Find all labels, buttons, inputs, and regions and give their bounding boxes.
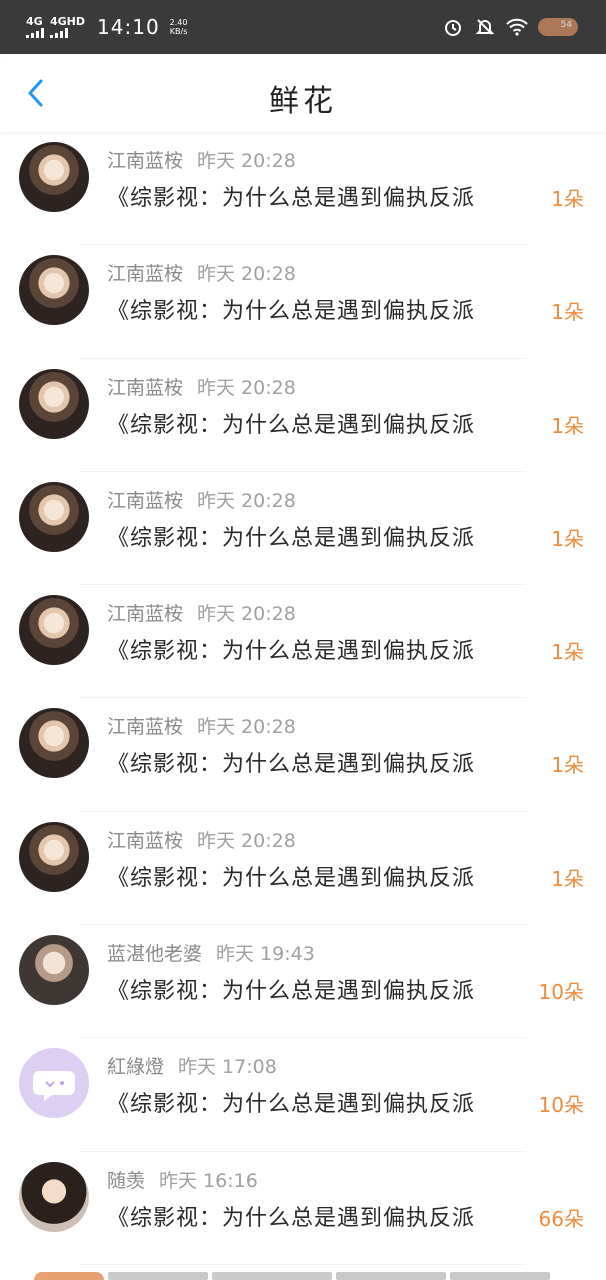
item-meta: 随羡 昨天 16:16 (107, 1166, 258, 1193)
network-indicator-2: 4GHD (50, 16, 85, 38)
alarm-icon (442, 16, 464, 38)
avatar[interactable] (19, 142, 89, 212)
divider (80, 1263, 526, 1265)
network-indicator-1: 4G (26, 16, 44, 38)
wifi-icon (506, 16, 528, 38)
item-meta: 江南蓝桉 昨天 20:28 (107, 373, 296, 400)
avatar[interactable] (19, 708, 89, 779)
timestamp: 昨天 20:28 (197, 376, 296, 399)
username: 江南蓝桉 (107, 263, 184, 286)
status-left: 4G 4GHD 14:10 2.40 KB/s (26, 12, 187, 42)
username: 江南蓝桉 (107, 150, 184, 172)
avatar[interactable] (19, 821, 89, 892)
flower-count: 1朵 (551, 187, 584, 211)
book-title: 《综影视：为什么总是遇到偏执反派 (107, 865, 476, 891)
avatar[interactable] (19, 255, 89, 326)
book-title: 《综影视：为什么总是遇到偏执反派 (107, 639, 476, 665)
timestamp: 昨天 19:43 (216, 943, 315, 966)
network-label: 4G (26, 15, 43, 28)
network-speed: 2.40 KB/s (170, 18, 188, 36)
flower-record-list: 江南蓝桉 昨天 20:28 《综影视：为什么总是遇到偏执反派 1朵 江南蓝桉 昨天 … (0, 132, 606, 1265)
item-meta: 蓝湛他老婆 昨天 19:43 (107, 939, 315, 966)
username: 江南蓝桉 (107, 489, 184, 512)
timestamp: 昨天 20:28 (197, 263, 296, 286)
list-item[interactable]: 江南蓝桉 昨天 20:28 《综影视：为什么总是遇到偏执反派 1朵 (0, 698, 606, 812)
avatar[interactable] (19, 595, 89, 666)
avatar[interactable] (19, 481, 89, 552)
avatar[interactable] (19, 935, 89, 1006)
flower-count: 1朵 (551, 640, 584, 665)
top-navigation-bar: 鲜花 (0, 54, 606, 132)
flower-count: 10朵 (538, 1093, 584, 1118)
avatar[interactable] (19, 368, 89, 439)
item-meta: 江南蓝桉 昨天 20:28 (107, 599, 296, 626)
next-row-peek (0, 1272, 606, 1280)
avatar[interactable] (19, 1048, 89, 1119)
battery-icon: 54 (538, 18, 578, 36)
network-label: 4GHD (50, 15, 86, 28)
speed-unit: KB/s (169, 27, 188, 36)
timestamp: 昨天 20:28 (197, 716, 296, 739)
list-item[interactable]: 蓝湛他老婆 昨天 19:43 《综影视：为什么总是遇到偏执反派 10朵 (0, 925, 606, 1039)
list-item[interactable]: 江南蓝桉 昨天 20:28 《综影视：为什么总是遇到偏执反派 1朵 (0, 472, 606, 586)
timestamp: 昨天 20:28 (197, 150, 296, 172)
item-meta: 江南蓝桉 昨天 20:28 (107, 826, 296, 853)
timestamp: 昨天 20:28 (197, 829, 296, 852)
flower-count: 1朵 (551, 413, 584, 438)
page-title: 鲜花 (269, 84, 337, 119)
item-meta: 江南蓝桉 昨天 20:28 (107, 486, 296, 513)
username: 江南蓝桉 (107, 716, 184, 739)
status-right: 54 (442, 14, 578, 40)
book-title: 《综影视：为什么总是遇到偏执反派 (107, 186, 476, 211)
list-item[interactable]: 江南蓝桉 昨天 20:28 《综影视：为什么总是遇到偏执反派 1朵 (0, 132, 606, 246)
status-bar: 4G 4GHD 14:10 2.40 KB/s 54 (0, 0, 606, 54)
item-meta: 江南蓝桉 昨天 20:28 (107, 259, 296, 286)
username: 蓝湛他老婆 (107, 943, 203, 966)
book-title: 《综影视：为什么总是遇到偏执反派 (107, 525, 476, 551)
book-title: 《综影视：为什么总是遇到偏执反派 (107, 1092, 476, 1118)
flower-count: 66朵 (538, 1206, 584, 1231)
list-item[interactable]: 江南蓝桉 昨天 20:28 《综影视：为什么总是遇到偏执反派 1朵 (0, 585, 606, 699)
flower-count: 1朵 (551, 753, 584, 778)
book-title: 《综影视：为什么总是遇到偏执反派 (107, 979, 476, 1005)
flower-count: 10朵 (538, 980, 584, 1005)
flower-count: 1朵 (551, 300, 584, 325)
timestamp: 昨天 17:08 (178, 1056, 277, 1079)
item-meta: 江南蓝桉 昨天 20:28 (107, 712, 296, 739)
timestamp: 昨天 20:28 (197, 489, 296, 512)
timestamp: 昨天 16:16 (159, 1169, 258, 1192)
username: 随羡 (107, 1169, 146, 1192)
item-meta: 江南蓝桉 昨天 20:28 (107, 146, 296, 173)
item-meta: 紅綠燈 昨天 17:08 (107, 1052, 277, 1079)
clock: 14:10 (97, 15, 160, 39)
list-item[interactable]: 江南蓝桉 昨天 20:28 《综影视：为什么总是遇到偏执反派 1朵 (0, 812, 606, 926)
list-item[interactable]: 江南蓝桉 昨天 20:28 《综影视：为什么总是遇到偏执反派 1朵 (0, 359, 606, 472)
list-item[interactable]: 江南蓝桉 昨天 20:28 《综影视：为什么总是遇到偏执反派 1朵 (0, 245, 606, 359)
battery-level: 54 (560, 20, 572, 30)
mute-bell-icon (474, 16, 496, 38)
avatar-peek (34, 1272, 104, 1280)
list-item[interactable]: 随羡 昨天 16:16 《综影视：为什么总是遇到偏执反派 66朵 (0, 1152, 606, 1265)
flower-count: 1朵 (551, 526, 584, 551)
book-title: 《综影视：为什么总是遇到偏执反派 (107, 752, 476, 778)
book-title: 《综影视：为什么总是遇到偏执反派 (107, 299, 476, 325)
book-title: 《综影视：为什么总是遇到偏执反派 (107, 412, 476, 438)
signal-bars-icon (26, 28, 44, 38)
username: 江南蓝桉 (107, 829, 184, 852)
flower-count: 1朵 (551, 866, 584, 891)
signal-bars-icon (50, 28, 68, 38)
timestamp: 昨天 20:28 (197, 603, 296, 626)
avatar[interactable] (19, 1161, 89, 1232)
chat-bubble-icon (33, 1071, 75, 1102)
list-item[interactable]: 紅綠燈 昨天 17:08 《综影视：为什么总是遇到偏执反派 10朵 (0, 1038, 606, 1152)
username: 江南蓝桉 (107, 603, 184, 626)
speed-value: 2.40 (169, 18, 188, 27)
username: 紅綠燈 (107, 1056, 165, 1079)
username: 江南蓝桉 (107, 376, 184, 399)
book-title: 《综影视：为什么总是遇到偏执反派 (107, 1205, 476, 1231)
